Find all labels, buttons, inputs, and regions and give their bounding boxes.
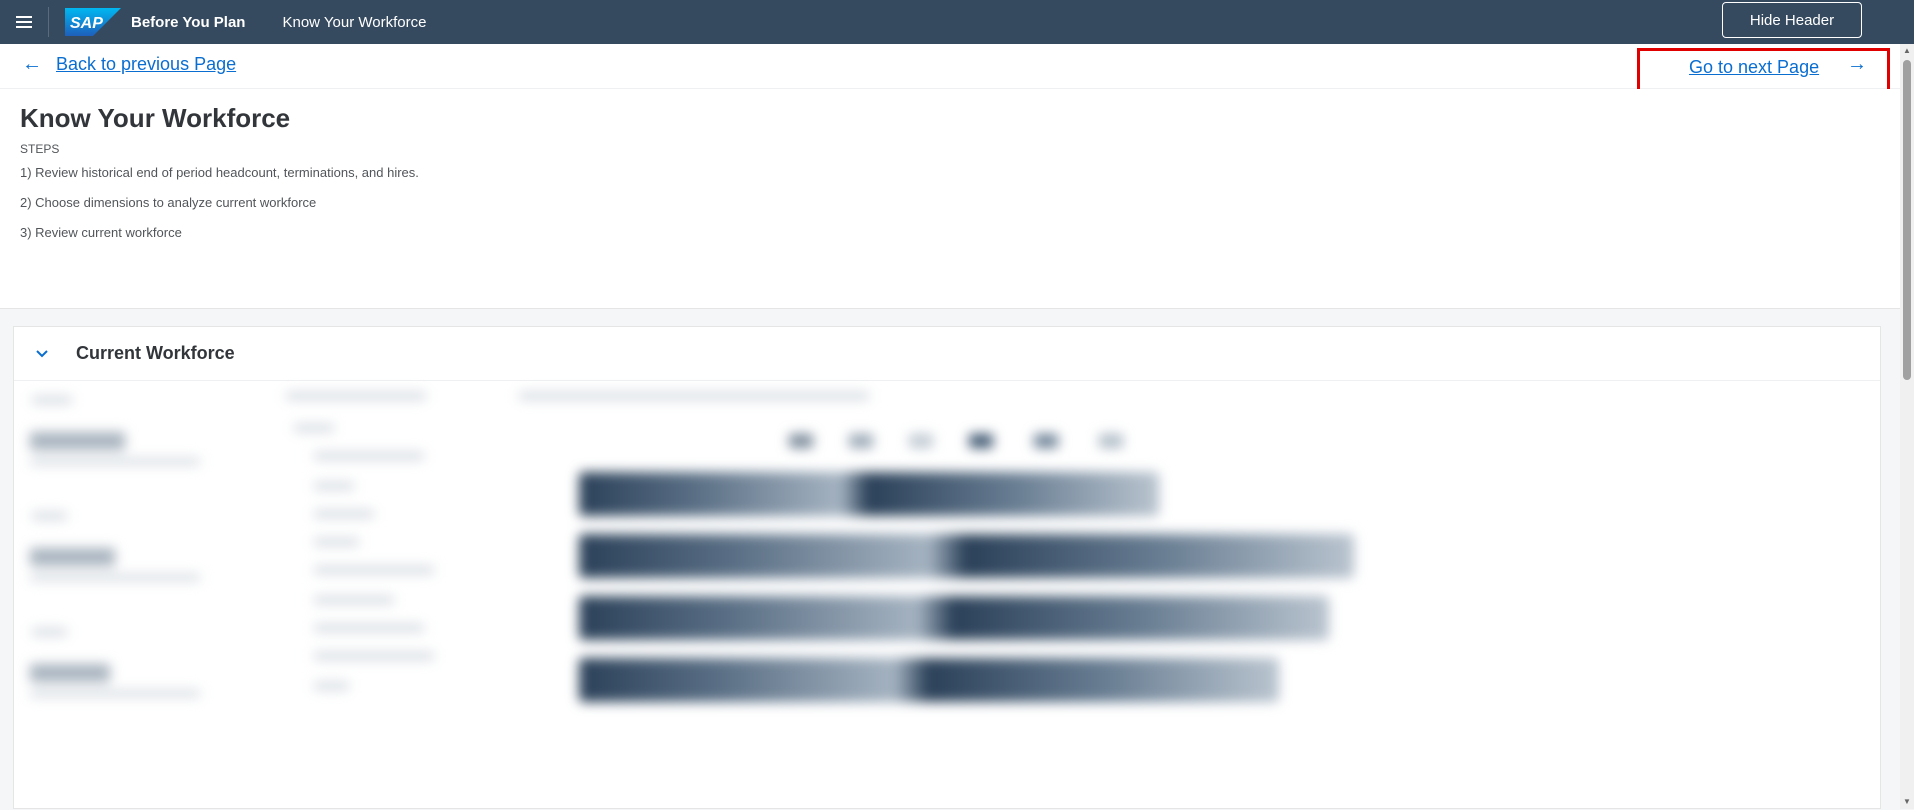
blur-kpi-label xyxy=(32,396,72,404)
blur-legend-swatch xyxy=(969,434,993,448)
blurred-panel-content xyxy=(14,382,1880,810)
blur-list-item xyxy=(314,452,424,460)
hide-header-button[interactable]: Hide Header xyxy=(1722,2,1862,38)
blur-list-item xyxy=(314,566,434,574)
blur-legend-swatch xyxy=(909,434,933,448)
blur-legend-swatch xyxy=(1034,434,1058,448)
scroll-up-icon[interactable]: ▲ xyxy=(1900,44,1914,58)
back-link-label: Back to previous Page xyxy=(56,54,237,74)
blur-kpi-sub xyxy=(30,574,200,581)
blur-kpi-label xyxy=(32,628,67,636)
next-link-label: Go to next Page xyxy=(1689,57,1820,77)
arrow-right-icon: → xyxy=(1847,53,1867,75)
blur-list-item xyxy=(314,596,394,604)
svg-text:SAP: SAP xyxy=(70,15,103,32)
chevron-down-icon[interactable] xyxy=(24,349,60,359)
blur-list-item xyxy=(314,510,374,518)
shell-bar: SAP Before You Plan Know Your Workforce … xyxy=(0,0,1914,44)
blur-list-item xyxy=(294,424,334,432)
step-3: 3) Review current workforce xyxy=(20,225,182,240)
blur-chart-title xyxy=(519,392,869,400)
page-title: Know Your Workforce xyxy=(20,103,291,133)
sap-logo[interactable]: SAP xyxy=(65,8,121,36)
blur-bar xyxy=(579,658,1279,702)
arrow-left-icon: ← xyxy=(22,53,42,75)
step-1: 1) Review historical end of period headc… xyxy=(20,165,419,180)
blur-legend-swatch xyxy=(849,434,873,448)
blur-kpi-value xyxy=(30,664,110,682)
page-header: Know Your Workforce STEPS 1) Review hist… xyxy=(0,89,1900,309)
blur-legend-swatch xyxy=(789,434,813,448)
blur-list-item xyxy=(314,482,354,490)
current-workforce-panel: Current Workforce xyxy=(13,326,1881,809)
step-2: 2) Choose dimensions to analyze current … xyxy=(20,195,317,210)
blur-list-header xyxy=(286,392,426,400)
blur-list-item xyxy=(314,538,359,546)
blur-bar xyxy=(579,596,1329,640)
hamburger-menu-icon[interactable] xyxy=(0,0,48,44)
page-navigation: ← Back to previous Page Go to next Page … xyxy=(0,44,1900,101)
steps-label: STEPS xyxy=(20,142,60,156)
scroll-thumb[interactable] xyxy=(1903,60,1911,380)
app-subtitle: Know Your Workforce xyxy=(282,13,427,31)
blur-kpi-value xyxy=(30,432,125,450)
app-title: Before You Plan xyxy=(131,13,246,31)
blur-kpi-label xyxy=(32,512,67,520)
back-to-previous-page-link[interactable]: ← Back to previous Page xyxy=(22,53,236,76)
page-scrollbar[interactable]: ▲ ▼ xyxy=(1900,44,1914,809)
blur-kpi-sub xyxy=(30,690,200,697)
panel-header[interactable]: Current Workforce xyxy=(14,327,1880,381)
blur-kpi-sub xyxy=(30,458,200,465)
shell-divider xyxy=(48,7,49,37)
blur-kpi-value xyxy=(30,548,115,566)
panel-title: Current Workforce xyxy=(76,343,235,363)
blur-list-item xyxy=(314,652,434,660)
blur-legend-swatch xyxy=(1099,434,1123,448)
blur-bar xyxy=(579,534,1354,578)
blur-list-item xyxy=(314,682,349,690)
blur-list-item xyxy=(314,624,424,632)
blur-bar xyxy=(579,472,1159,516)
scroll-down-icon[interactable]: ▼ xyxy=(1900,795,1914,809)
